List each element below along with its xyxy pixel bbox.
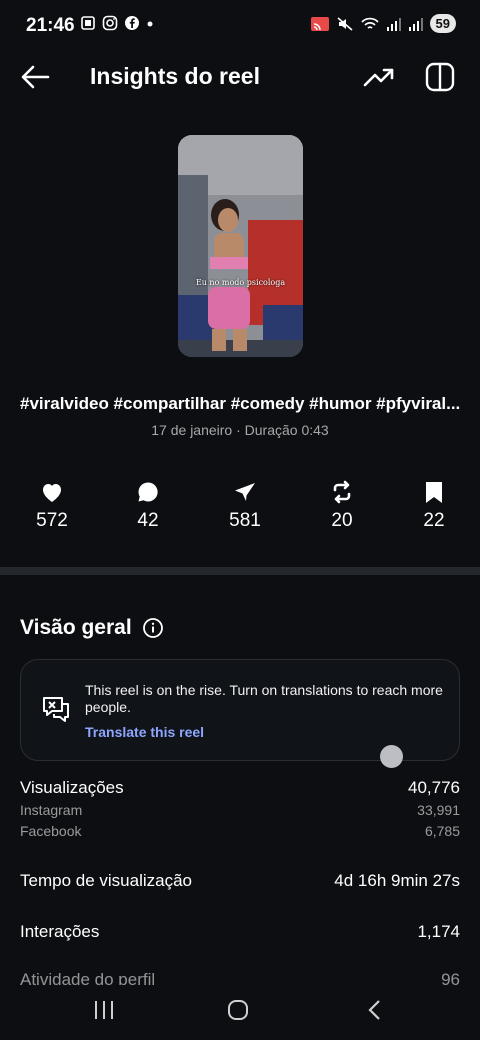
reposts-stat: 20 (312, 478, 372, 532)
page-title: Insights do reel (90, 63, 260, 89)
overview-title: Visão geral (20, 616, 132, 639)
mute-icon (337, 16, 353, 31)
views-value: 40,776 (408, 778, 460, 797)
instagram-views-row: Instagram 33,991 (20, 802, 460, 818)
system-nav-bar (0, 985, 480, 1040)
facebook-views-row: Facebook 6,785 (20, 823, 460, 839)
instagram-value: 33,991 (417, 802, 460, 818)
views-row[interactable]: Visualizações 40,776 (20, 778, 460, 798)
home-button[interactable] (218, 995, 258, 1025)
info-icon (143, 618, 163, 638)
engagement-stats: 572 42 581 20 22 (0, 478, 480, 538)
comment-icon (138, 482, 158, 502)
battery-indicator: 59 (429, 14, 456, 33)
back-button[interactable] (18, 62, 54, 92)
reel-meta: 17 de janeiro · Duração 0:43 (151, 422, 329, 438)
signal-icon (386, 17, 401, 31)
likes-count: 572 (36, 510, 68, 531)
wifi-icon (360, 17, 379, 29)
scroll-handle[interactable] (380, 745, 403, 768)
bookmark-icon (426, 482, 442, 503)
arrow-left-icon (21, 65, 50, 89)
repost-icon (333, 480, 351, 504)
translate-icon (43, 697, 69, 722)
reposts-count: 20 (331, 510, 353, 531)
home-icon (228, 1000, 248, 1020)
screenshot-icon (81, 16, 95, 30)
instagram-label: Instagram (20, 802, 83, 818)
saves-stat: 22 (404, 478, 464, 532)
status-time: 21:46 (26, 15, 75, 36)
compare-button[interactable] (424, 61, 456, 93)
comments-count: 42 (137, 510, 159, 531)
heart-icon (43, 484, 61, 502)
chevron-left-icon (368, 1000, 380, 1020)
comments-stat: 42 (118, 478, 178, 532)
reel-preview-image (178, 135, 303, 357)
system-icons: 59 (310, 14, 456, 33)
instagram-icon (102, 15, 118, 31)
dot-icon (147, 21, 153, 27)
status-bar: 21:46 59 (0, 0, 480, 52)
system-back-button[interactable] (354, 995, 394, 1025)
split-panel-icon (425, 62, 455, 92)
watch-time-row[interactable]: Tempo de visualização 4d 16h 9min 27s (20, 871, 460, 891)
app-bar: Insights do reel (0, 52, 480, 100)
recents-icon (95, 1001, 113, 1019)
watch-time-value: 4d 16h 9min 27s (334, 871, 460, 890)
interactions-value: 1,174 (417, 922, 460, 941)
reel-thumbnail[interactable]: Eu no modo psicologa (178, 135, 303, 357)
info-button[interactable] (142, 617, 164, 639)
shares-stat: 581 (215, 478, 275, 532)
interactions-row[interactable]: Interações 1,174 (20, 922, 460, 942)
send-icon (235, 483, 255, 501)
saves-count: 22 (423, 510, 445, 531)
card-icon-wrap (41, 694, 71, 724)
watch-time-label: Tempo de visualização (20, 871, 192, 890)
facebook-icon (125, 16, 139, 30)
facebook-value: 6,785 (424, 823, 460, 839)
views-label: Visualizações (20, 778, 124, 797)
cast-icon (310, 16, 329, 31)
trending-up-icon (363, 68, 394, 87)
recent-apps-button[interactable] (84, 995, 124, 1025)
section-divider (0, 567, 480, 575)
signal-icon-2 (408, 17, 423, 31)
facebook-label: Facebook (20, 823, 82, 839)
shares-count: 581 (229, 510, 261, 531)
likes-stat: 572 (22, 478, 82, 532)
trends-button[interactable] (362, 64, 396, 90)
notification-icons (80, 15, 154, 31)
reel-overlay-text: Eu no modo psicologa (195, 278, 286, 287)
tip-text: This reel is on the rise. Turn on transl… (85, 682, 443, 715)
interactions-label: Interações (20, 922, 100, 941)
translate-reel-link[interactable]: Translate this reel (85, 724, 204, 740)
reel-caption: #viralvideo #compartilhar #comedy #humor… (20, 394, 460, 413)
